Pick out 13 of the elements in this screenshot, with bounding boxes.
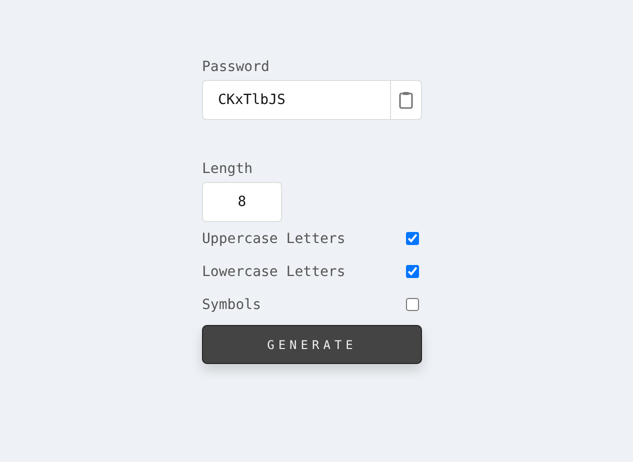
password-field[interactable]: CKxTlbJS xyxy=(202,80,390,120)
clipboard-button[interactable] xyxy=(390,80,422,120)
option-checkbox[interactable] xyxy=(406,232,419,245)
generate-button[interactable]: GENERATE xyxy=(202,325,422,364)
option-checkbox[interactable] xyxy=(406,298,419,311)
option-label: Lowercase Letters xyxy=(202,264,346,280)
option-label: Symbols xyxy=(202,296,262,312)
length-field[interactable]: 8 xyxy=(202,182,282,222)
length-label: Length xyxy=(202,160,254,179)
clipboard-icon xyxy=(399,91,413,109)
option-label: Uppercase Letters xyxy=(202,230,346,246)
password-label: Password xyxy=(202,58,270,77)
option-checkbox[interactable] xyxy=(406,265,419,278)
